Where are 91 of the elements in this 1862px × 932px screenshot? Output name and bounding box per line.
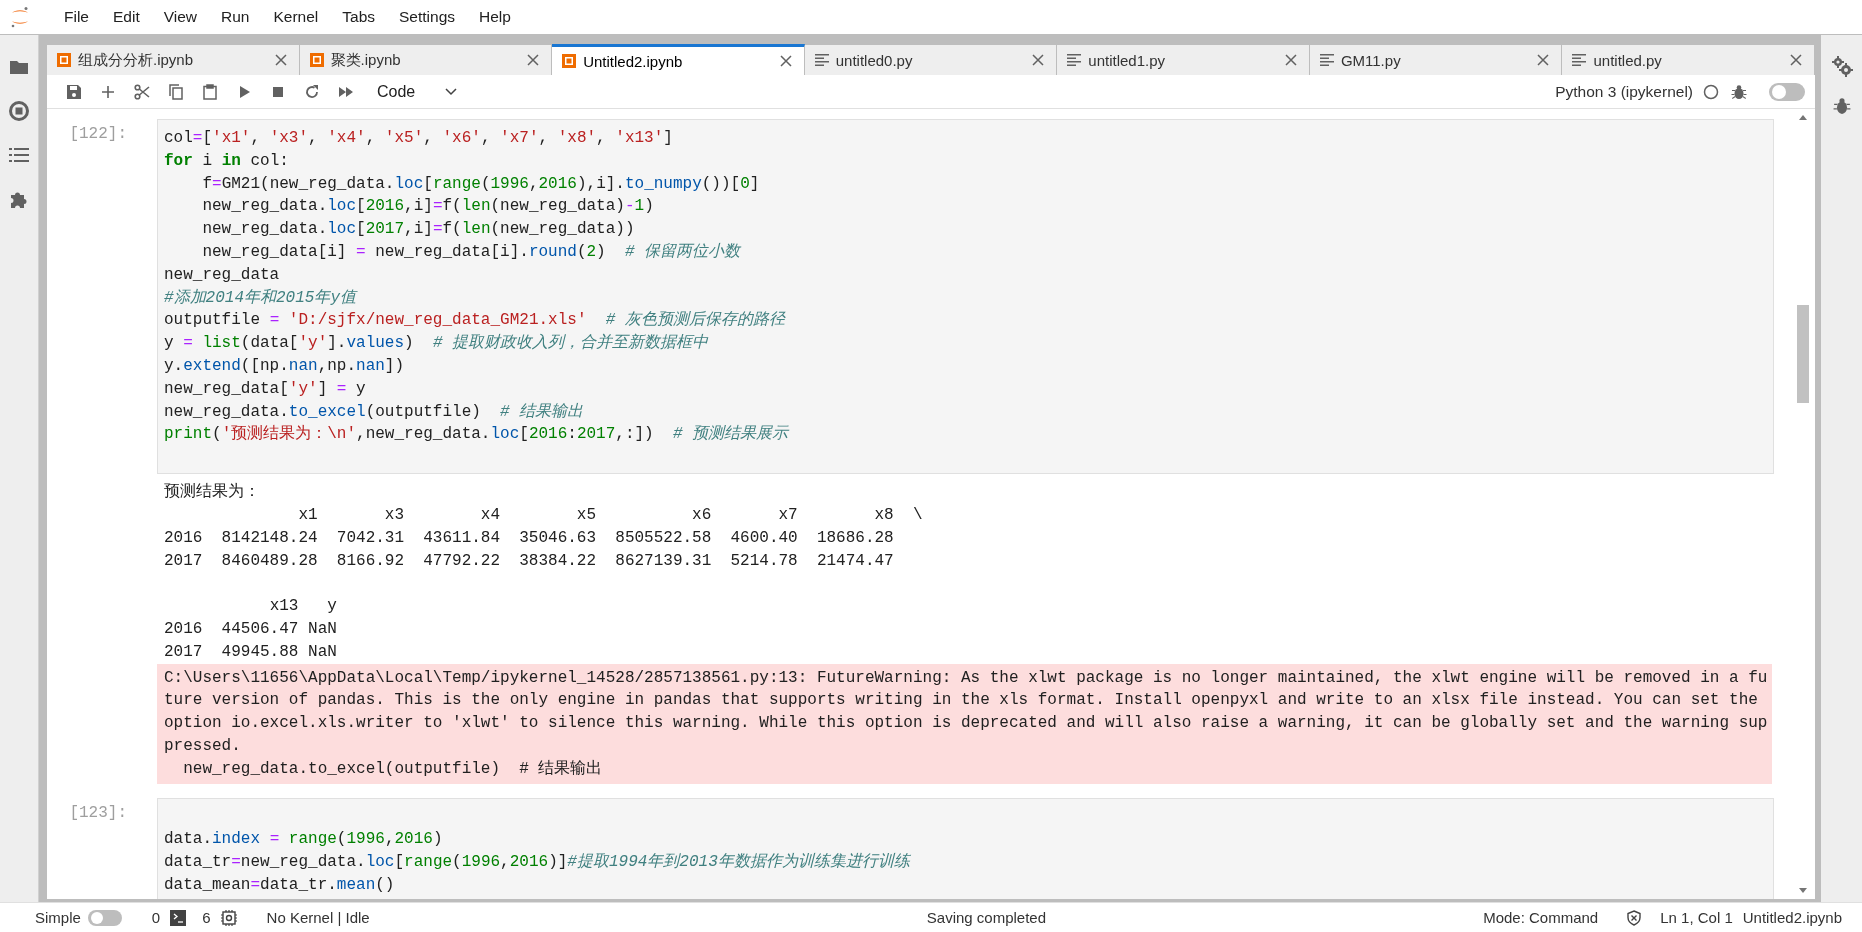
add-icon[interactable] (100, 83, 116, 100)
text-file-icon (1319, 54, 1334, 66)
scroll-up-icon[interactable] (1799, 115, 1807, 120)
mode-indicator[interactable]: Mode: Command (1483, 909, 1599, 926)
terminal-count[interactable]: 0 (151, 909, 161, 926)
file-tab[interactable]: untitled0.py (804, 44, 1058, 75)
code-cell-input[interactable] (157, 119, 1774, 475)
bug-icon[interactable] (1832, 97, 1851, 115)
notebook-icon (57, 53, 71, 67)
text-file-icon (814, 54, 829, 66)
cursor-position[interactable]: Ln 1, Col 1 (1660, 909, 1733, 926)
text-file-icon (1067, 54, 1082, 66)
code-line: new_reg_data.loc[2016,i]=f(len(new_reg_data)-1) (201, 196, 655, 218)
file-tab[interactable]: 组成分分析.ipynb (47, 44, 300, 75)
folder-icon[interactable] (9, 59, 29, 75)
copy-icon[interactable] (168, 83, 184, 100)
text-file-icon (1572, 54, 1587, 66)
simple-mode-label: Simple (35, 909, 81, 926)
close-icon[interactable] (1032, 54, 1045, 66)
code-line: print('预测结果为：\n',new_reg_data.loc[2016:2017,:]) # 预测结果展示 (164, 424, 790, 446)
cell-prompt: [122]: (68, 124, 128, 145)
kernel-name[interactable]: Python 3 (ipykernel) (1555, 82, 1693, 101)
code-line: col=['x1', 'x3', 'x4', 'x5', 'x6', 'x7', 'x8', 'x13'] (164, 128, 674, 149)
stop-circle-icon[interactable] (9, 101, 29, 121)
gear-icon[interactable] (220, 909, 237, 926)
cell-prompt: [123]: (68, 802, 128, 824)
code-line: new_reg_data.to_excel(outputfile) # 结果输出 (164, 401, 585, 423)
code-line: new_reg_data['y'] = y (164, 378, 367, 400)
code-line: data_tr=new_reg_data.loc[range(1996,2016)]#提取1994年到2013年数据作为训练集进行训练 (164, 852, 912, 874)
kernel-count[interactable]: 6 (202, 909, 211, 926)
tab-label: untitled1.py (1088, 51, 1167, 69)
close-icon[interactable] (1537, 54, 1550, 66)
menu-item[interactable]: Run (209, 8, 262, 26)
bug-icon[interactable] (1731, 83, 1747, 100)
code-line: y = list(data['y'].values) # 提取财政收入列，合并至新数据框中 (164, 332, 710, 355)
menu-item[interactable]: Help (467, 8, 523, 26)
menu-item[interactable]: Edit (101, 8, 152, 26)
tab-label: 聚类.ipynb (330, 50, 402, 70)
gears-icon[interactable] (1830, 55, 1853, 77)
scroll-thumb[interactable] (1797, 305, 1809, 403)
code-cell-input[interactable]: data.index = range(1996,2016) data_tr=new_reg_data.loc[range(1996,2016)]#提取1994年到2013年数据作为训练集进行训练 data_mean=data_tr.mean() (157, 797, 1774, 899)
code-line: f=GM21(new_reg_data.loc[range(1996,2016),i].to_numpy())[0] (201, 173, 761, 195)
tab-label: GM11.py (1340, 51, 1402, 69)
paste-icon[interactable] (202, 83, 218, 100)
tab-label: untitled0.py (835, 51, 914, 69)
code-line: new_reg_data[i] = new_reg_data[i].round(2) # 保留两位小数 (201, 242, 742, 263)
logo-icon (10, 6, 30, 28)
menu-item[interactable]: Kernel (261, 8, 331, 26)
terminal-icon[interactable] (170, 909, 187, 926)
menu-item[interactable]: View (151, 8, 210, 26)
status-message: Saving completed (925, 909, 1048, 926)
menu-item[interactable]: Settings (387, 8, 468, 26)
tab-label: untitled.py (1593, 51, 1663, 69)
menu-item[interactable]: File (52, 8, 101, 26)
close-icon[interactable] (1284, 54, 1297, 66)
close-icon[interactable] (779, 55, 792, 67)
code-line: for i in col: (164, 150, 290, 172)
code-line: new_reg_data.loc[2017,i]=f(len(new_reg_data)) (201, 219, 636, 241)
tab-label: 组成分分析.ipynb (78, 50, 195, 70)
save-icon[interactable] (66, 83, 82, 100)
notebook-icon (562, 54, 577, 68)
code-line: #添加2014年和2015年y值 (164, 287, 359, 309)
list-icon[interactable] (9, 147, 29, 163)
output-text: 预测结果为： x1 x3 x4 x5 x6 x7 x8 \ 2016 8142148.24 7042.31 43611.84 35046.63 8505522.58 4600.40 18686.28 2017 8460489.28 8166.92 47792.22 38384.22 8627139.31 5214.78 21474.47 x13 y 2016 44506.47 NaN 2017 49945.88 NaN (163, 482, 924, 663)
notebook-icon (309, 53, 324, 67)
file-name: Untitled2.ipynb (1742, 909, 1842, 926)
menu-item[interactable]: Tabs (330, 8, 388, 26)
file-tab[interactable]: GM11.py (1309, 44, 1563, 75)
code-line: data_mean=data_tr.mean() (164, 874, 396, 896)
kernel-status[interactable]: No Kernel | Idle (266, 909, 370, 926)
warning-output: C:\Users\11656\AppData\Local\Temp/ipykernel_14528/2857138561.py:13: FutureWarning: As the xlwt package is no longer maintained, the xlwt engine will be removed in a future version of pandas. This is the only engine in pandas that supports writing in the xls format. Install openpyxl and write to an xlsx file instead. You can set the option io.excel.xls.writer to 'xlwt' to silence this warning. While this option is deprecated and will also raise a warning, it can be globally set and the warning suppressed. new_reg_data.to_excel(outputfile) # 结果输出 (157, 663, 1773, 784)
file-tab[interactable]: Untitled2.ipynb (552, 44, 805, 75)
code-line: y.extend([np.nan,np.nan]) (164, 355, 406, 377)
file-tab[interactable]: untitled.py (1562, 44, 1816, 75)
code-line: outputfile = 'D:/sjfx/new_reg_data_GM21.xls' # 灰色预测后保存的路径 (164, 310, 787, 332)
restart-icon[interactable] (304, 83, 320, 100)
cell-type-dropdown[interactable]: Code (377, 82, 458, 101)
debugger-toggle[interactable] (1769, 82, 1805, 101)
file-tab[interactable]: 聚类.ipynb (299, 44, 553, 75)
shield-icon[interactable] (1626, 909, 1643, 926)
code-line: new_reg_data (164, 264, 281, 286)
file-tab[interactable]: untitled1.py (1057, 44, 1310, 75)
tab-label: Untitled2.ipynb (583, 52, 684, 70)
simple-mode-toggle[interactable] (87, 909, 122, 926)
close-icon[interactable] (527, 54, 540, 66)
scroll-down-icon[interactable] (1799, 888, 1807, 893)
scissors-icon[interactable] (134, 83, 150, 100)
caret-icon (445, 87, 458, 96)
code-line: data.index = range(1996,2016) (164, 829, 444, 851)
close-icon[interactable] (274, 54, 287, 66)
close-icon[interactable] (1790, 54, 1803, 66)
